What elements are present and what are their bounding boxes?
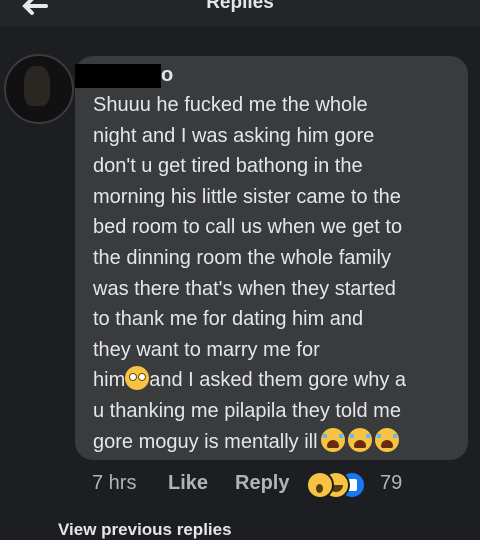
comment-line: u thanking me pilapila they told me bbox=[93, 399, 401, 422]
comment-line: morning his little sister came to the bbox=[93, 185, 401, 208]
comment-line: to thank me for dating him and bbox=[93, 308, 364, 331]
comment-text: Shuuu he fucked me the whole night and I… bbox=[93, 90, 453, 457]
comment-line: gore moguy is mentally ill bbox=[93, 430, 318, 453]
comment-line: and I asked them gore why a bbox=[149, 369, 407, 392]
comment-line: the dinning room the whole family bbox=[93, 246, 391, 269]
wow-reaction-icon bbox=[306, 471, 334, 499]
comment-line: Shuuu he fucked me the whole bbox=[93, 94, 368, 116]
view-previous-replies-link[interactable]: View previous replies bbox=[58, 520, 232, 540]
timestamp[interactable]: 7 hrs bbox=[92, 472, 136, 495]
flushed-face-emoji-icon bbox=[125, 366, 150, 391]
page-title: Replies bbox=[206, 0, 274, 13]
comment-line: was there that's when they started bbox=[93, 277, 396, 300]
comment-line: they want to marry me for bbox=[93, 338, 320, 361]
like-button[interactable]: Like bbox=[168, 472, 208, 495]
crying-face-emoji-icon bbox=[320, 427, 345, 452]
avatar[interactable] bbox=[4, 54, 74, 124]
author-name-suffix[interactable]: o bbox=[161, 64, 173, 87]
comment-line: bed room to call us when we get to bbox=[93, 216, 403, 239]
top-bar: Replies bbox=[0, 0, 480, 26]
reactions-summary[interactable] bbox=[306, 471, 368, 499]
reply-button[interactable]: Reply bbox=[235, 472, 289, 495]
crying-face-emoji-icon bbox=[374, 427, 399, 452]
crying-face-emoji-icon bbox=[347, 427, 372, 452]
comment-line: night and I was asking him gore bbox=[93, 124, 375, 147]
reaction-count[interactable]: 79 bbox=[380, 472, 402, 495]
comment-line: him bbox=[93, 369, 126, 392]
comment-line: don't u get tired bathong in the bbox=[93, 155, 363, 178]
author-name-redacted[interactable] bbox=[75, 64, 161, 88]
